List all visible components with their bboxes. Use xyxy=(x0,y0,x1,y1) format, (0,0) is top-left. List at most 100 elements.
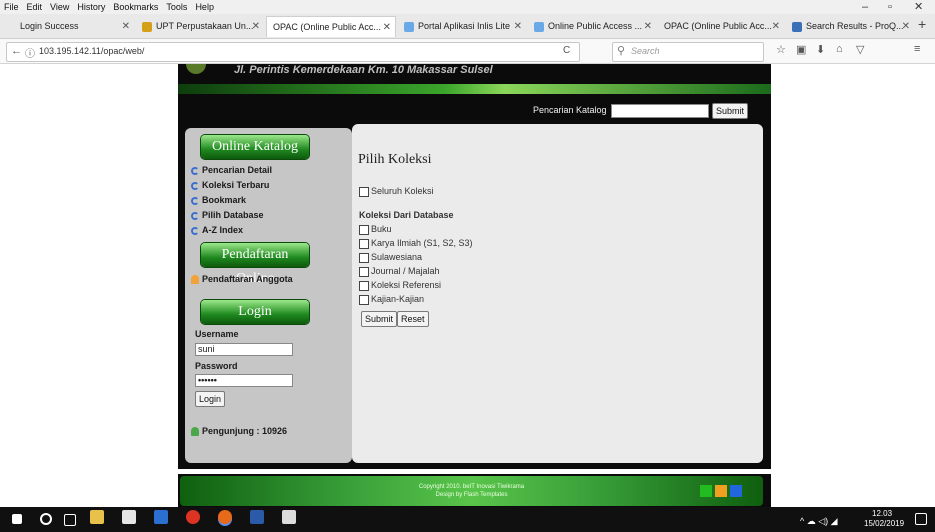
word-icon[interactable] xyxy=(250,510,264,524)
link-icon xyxy=(191,226,199,235)
catalog-search-label: Pencarian Katalog xyxy=(533,105,607,115)
submit-button[interactable]: Submit xyxy=(361,311,398,327)
maximize-button[interactable]: ▫ xyxy=(888,0,892,14)
sidebar-item-bookmark[interactable]: Bookmark xyxy=(191,195,246,205)
clock-date[interactable]: 15/02/2019 xyxy=(864,519,904,528)
database-heading: Koleksi Dari Database xyxy=(359,210,454,220)
username-input[interactable]: suni xyxy=(195,343,293,356)
header-address: Jl. Perintis Kemerdekaan Km. 10 Makassar… xyxy=(234,64,493,76)
tab-label: Login Success xyxy=(20,21,79,31)
tab-proquest[interactable]: Search Results - ProQ... ✕ xyxy=(786,16,914,37)
menu-help[interactable]: Help xyxy=(195,0,214,14)
chrome-icon[interactable] xyxy=(186,510,200,524)
reset-button[interactable]: Reset xyxy=(397,311,429,327)
tab-close-icon[interactable]: ✕ xyxy=(514,16,522,37)
bookmark-star-icon[interactable]: ☆ xyxy=(776,43,786,56)
username-label: Username xyxy=(195,329,239,339)
pocket-icon[interactable]: ▽ xyxy=(856,43,864,56)
tab-close-icon[interactable]: ✕ xyxy=(902,16,910,37)
browser-search-input[interactable]: ⚲ Search xyxy=(612,42,764,62)
search-icon[interactable] xyxy=(40,513,52,525)
tab-label: Online Public Access ... xyxy=(548,21,643,31)
menu-edit[interactable]: Edit xyxy=(27,0,43,14)
checkbox-buku[interactable]: Buku xyxy=(359,224,392,235)
menu-view[interactable]: View xyxy=(50,0,69,14)
visitor-counter: Pengunjung : 10926 xyxy=(191,426,288,437)
person-icon xyxy=(191,275,199,285)
catalog-search-input[interactable] xyxy=(611,104,709,118)
tab-opac-2[interactable]: OPAC (Online Public Acc... ✕ xyxy=(658,16,784,37)
tab-opac-active[interactable]: OPAC (Online Public Acc... ✕ xyxy=(266,16,396,37)
tab-close-icon[interactable]: ✕ xyxy=(383,17,391,37)
url-bar[interactable]: ← ⓘ 103.195.142.11/opac/web/ C xyxy=(6,42,580,62)
tab-upt-perpustakaan[interactable]: UPT Perpustakaan Un... ✕ xyxy=(136,16,264,37)
checkbox-koleksi-referensi[interactable]: Koleksi Referensi xyxy=(359,280,441,291)
checkbox-label: Koleksi Referensi xyxy=(371,280,442,290)
firefox-icon[interactable] xyxy=(218,510,232,524)
green-square-icon xyxy=(700,485,712,497)
clock-time[interactable]: 12.03 xyxy=(872,509,892,518)
checkbox-sulawesiana[interactable]: Sulawesiana xyxy=(359,252,422,263)
visitor-count: Pengunjung : 10926 xyxy=(202,426,288,436)
sidebar-item-pilih-database[interactable]: Pilih Database xyxy=(191,210,264,220)
download-icon[interactable]: ⬇ xyxy=(816,43,825,56)
logo-icon xyxy=(186,64,206,74)
checkbox-label: Karya Ilmiah (S1, S2, S3) xyxy=(371,238,473,248)
checkbox[interactable] xyxy=(359,280,369,291)
close-window-button[interactable]: ✕ xyxy=(914,0,923,14)
inlis-favicon-icon xyxy=(404,21,414,32)
sidebar-item-label: A-Z Index xyxy=(202,225,244,235)
catalog-search-submit-button[interactable]: Submit xyxy=(712,103,749,119)
menu-tools[interactable]: Tools xyxy=(166,0,187,14)
menu-bookmarks[interactable]: Bookmarks xyxy=(113,0,158,14)
link-icon xyxy=(191,181,199,190)
sidebar-item-pendaftaran-anggota[interactable]: Pendaftaran Anggota xyxy=(191,274,293,285)
tab-label: OPAC (Online Public Acc... xyxy=(273,22,381,32)
reload-icon[interactable]: C xyxy=(563,45,570,56)
reading-list-icon[interactable]: ▣ xyxy=(796,43,806,56)
mail-icon[interactable] xyxy=(154,510,168,524)
site-info-icon[interactable]: ⓘ xyxy=(25,45,35,60)
checkbox[interactable] xyxy=(359,238,369,249)
system-tray-icons[interactable]: ^ ☁ ◁) ◢ xyxy=(800,516,838,527)
tab-close-icon[interactable]: ✕ xyxy=(252,16,260,37)
checkbox-kajian-kajian[interactable]: Kajian-Kajian xyxy=(359,294,424,305)
online-katalog-heading[interactable]: Online Katalog xyxy=(201,135,309,159)
checkbox[interactable] xyxy=(359,224,369,235)
sidebar-item-a-z-index[interactable]: A-Z Index xyxy=(191,225,243,235)
checkbox[interactable] xyxy=(359,252,369,263)
notification-icon[interactable] xyxy=(915,513,927,525)
camera-icon[interactable] xyxy=(122,510,136,524)
home-icon[interactable]: ⌂ xyxy=(836,43,843,55)
task-view-icon[interactable] xyxy=(64,514,76,526)
menu-file[interactable]: File xyxy=(4,0,19,14)
checkbox-seluruh-koleksi[interactable]: Seluruh Koleksi xyxy=(359,186,434,197)
windows-start-icon[interactable] xyxy=(12,514,22,524)
login-button[interactable]: Login xyxy=(195,391,226,407)
link-icon xyxy=(191,166,199,175)
checkbox[interactable] xyxy=(359,294,369,305)
pendaftaran-online-heading[interactable]: Pendaftaran Online xyxy=(201,243,309,286)
tab-close-icon[interactable]: ✕ xyxy=(644,16,652,37)
hamburger-menu-icon[interactable]: ≡ xyxy=(914,43,920,55)
tab-login-success[interactable]: Login Success ✕ xyxy=(14,16,134,37)
tab-online-public-access[interactable]: Online Public Access ... ✕ xyxy=(528,16,656,37)
password-input[interactable]: •••••• xyxy=(195,374,293,387)
checkbox-karya-ilmiah[interactable]: Karya Ilmiah (S1, S2, S3) xyxy=(359,238,473,249)
menu-history[interactable]: History xyxy=(77,0,105,14)
tab-close-icon[interactable]: ✕ xyxy=(772,16,780,37)
checkbox[interactable] xyxy=(359,186,369,197)
store-icon[interactable] xyxy=(90,510,104,524)
minimize-button[interactable]: – xyxy=(862,0,868,14)
sidebar-item-koleksi-terbaru[interactable]: Koleksi Terbaru xyxy=(191,180,269,190)
search-icon: ⚲ xyxy=(617,45,626,57)
checkbox-journal-majalah[interactable]: Journal / Majalah xyxy=(359,266,440,277)
sidebar-item-label: Pencarian Detail xyxy=(202,165,273,175)
checkbox[interactable] xyxy=(359,266,369,277)
sidebar-item-pencarian-detail[interactable]: Pencarian Detail xyxy=(191,165,272,175)
back-icon[interactable]: ← xyxy=(11,45,22,57)
photos-icon[interactable] xyxy=(282,510,296,524)
new-tab-button[interactable]: + xyxy=(918,16,926,32)
tab-close-icon[interactable]: ✕ xyxy=(122,16,130,37)
tab-portal-inlis[interactable]: Portal Aplikasi Inlis Lite ✕ xyxy=(398,16,526,37)
